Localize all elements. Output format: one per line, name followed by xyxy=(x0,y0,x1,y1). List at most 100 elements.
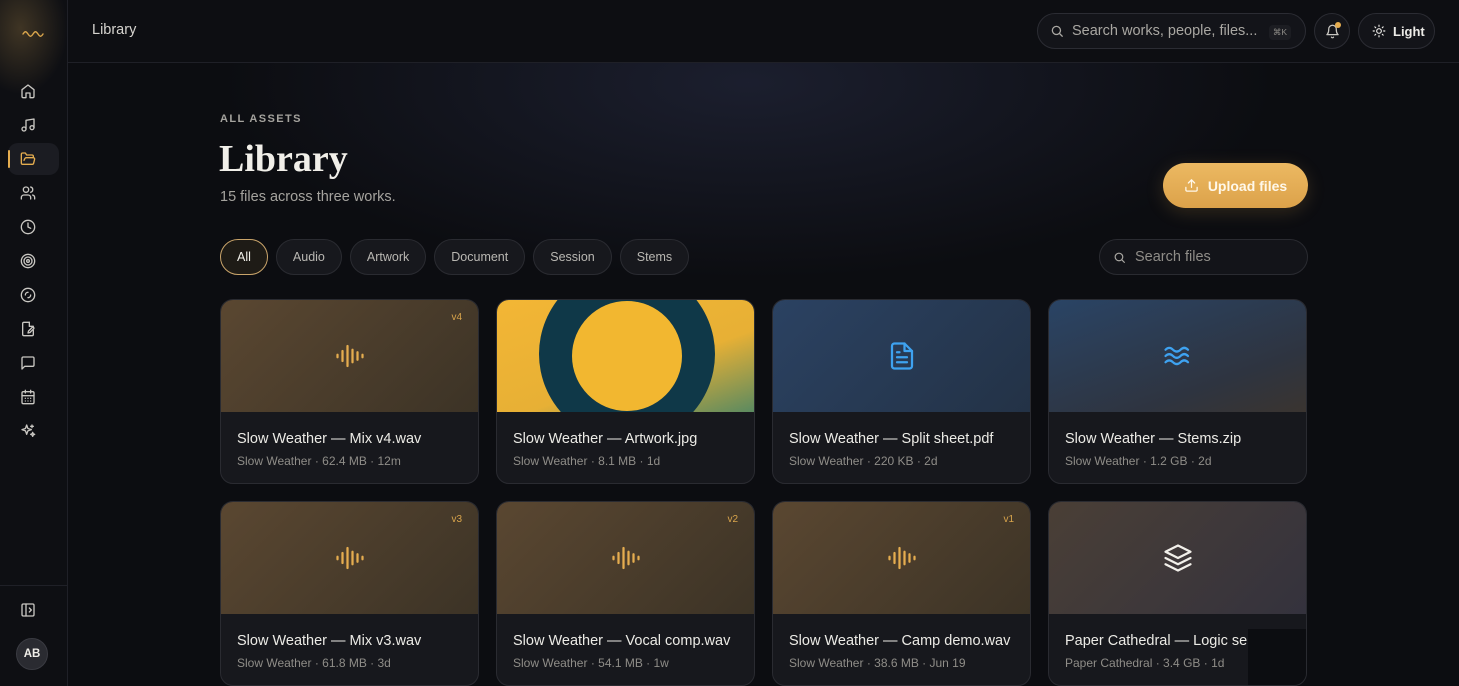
version-badge: v2 xyxy=(727,514,738,525)
home-icon xyxy=(21,84,35,99)
notification-dot xyxy=(1335,22,1341,28)
file-name: Slow Weather — Split sheet.pdf xyxy=(789,431,994,447)
sun-icon xyxy=(1372,24,1386,38)
file-card[interactable]: v2 Slow Weather — Vocal comp.wav Slow We… xyxy=(496,501,755,686)
sidebar-item-home[interactable] xyxy=(8,75,59,107)
clock-icon xyxy=(20,219,36,235)
layers-icon xyxy=(1163,544,1192,572)
file-card[interactable]: Slow Weather — Artwork.jpg Slow Weather … xyxy=(496,299,755,484)
file-card[interactable]: v3 Slow Weather — Mix v3.wav Slow Weathe… xyxy=(220,501,479,686)
file-card[interactable]: Paper Cathedral — Logic se Paper Cathedr… xyxy=(1048,501,1307,686)
page-subtitle: 15 files across three works. xyxy=(220,189,396,205)
artwork-thumbnail xyxy=(497,300,754,412)
file-thumbnail xyxy=(1049,502,1306,614)
file-thumbnail: v4 xyxy=(221,300,478,412)
disc-icon xyxy=(20,287,36,303)
file-meta: Slow Weather · 220 KB · 2d xyxy=(789,454,938,468)
waves-icon xyxy=(1163,346,1189,366)
eyebrow: ALL ASSETS xyxy=(220,113,302,125)
file-meta: Slow Weather · 61.8 MB · 3d xyxy=(237,656,391,670)
audio-waveform-icon xyxy=(611,546,640,570)
file-thumbnail: v1 xyxy=(773,502,1030,614)
users-icon xyxy=(20,186,36,200)
notifications-button[interactable] xyxy=(1314,13,1350,49)
file-thumbnail: v3 xyxy=(221,502,478,614)
file-meta: Slow Weather · 8.1 MB · 1d xyxy=(513,454,661,468)
sidebar-item-recent[interactable] xyxy=(8,211,59,243)
file-thumbnail xyxy=(1049,300,1306,412)
file-name: Slow Weather — Mix v4.wav xyxy=(237,431,422,447)
file-card[interactable]: Slow Weather — Stems.zip Slow Weather · … xyxy=(1048,299,1307,484)
theme-label: Light xyxy=(1393,23,1425,39)
filter-chip-artwork[interactable]: Artwork xyxy=(349,239,427,275)
sidebar-item-ai[interactable] xyxy=(8,415,59,447)
artwork-sun xyxy=(572,301,682,411)
sidebar-item-goals[interactable] xyxy=(8,245,59,277)
audio-waveform-icon xyxy=(335,546,364,570)
sidebar-item-contracts[interactable] xyxy=(8,313,59,345)
file-search-input[interactable] xyxy=(1135,249,1305,265)
global-search[interactable]: ⌘K xyxy=(1037,13,1306,49)
main-content: ALL ASSETS Library 15 files across three… xyxy=(68,63,1459,686)
audio-waveform-icon xyxy=(335,344,364,368)
upload-files-label: Upload files xyxy=(1207,177,1288,194)
breadcrumb: Library xyxy=(92,22,137,38)
document-icon xyxy=(890,342,913,370)
sparkles-icon xyxy=(21,424,36,437)
sidebar-item-music[interactable] xyxy=(8,109,59,141)
upload-files-button[interactable]: Upload files xyxy=(1163,163,1308,208)
global-search-input[interactable] xyxy=(1072,23,1267,39)
search-icon xyxy=(1114,252,1125,263)
target-icon xyxy=(20,253,36,269)
file-meta: Slow Weather · 54.1 MB · 1w xyxy=(513,656,669,670)
version-badge: v3 xyxy=(451,514,462,525)
file-name: Slow Weather — Mix v3.wav xyxy=(237,633,422,649)
card-overflow-mask xyxy=(1248,629,1306,685)
filter-chip-document[interactable]: Document xyxy=(434,239,526,275)
filter-chip-session[interactable]: Session xyxy=(533,239,612,275)
filter-chip-stems[interactable]: Stems xyxy=(619,239,690,275)
page-title: Library xyxy=(219,138,348,180)
edit-file-icon xyxy=(22,321,35,337)
file-name: Slow Weather — Camp demo.wav xyxy=(789,633,1011,649)
file-meta: Paper Cathedral · 3.4 GB · 1d xyxy=(1065,656,1225,670)
shortcut-hint: ⌘K xyxy=(1268,25,1291,40)
message-icon xyxy=(21,356,35,370)
file-name: Paper Cathedral — Logic se xyxy=(1065,633,1248,649)
filter-chip-all[interactable]: All xyxy=(220,239,268,275)
file-meta: Slow Weather · 38.6 MB · Jun 19 xyxy=(789,656,966,670)
file-thumbnail xyxy=(773,300,1030,412)
audio-waveform-icon xyxy=(887,546,916,570)
sidebar-toggle-icon[interactable] xyxy=(20,602,36,618)
top-bar: Library ⌘K Light xyxy=(68,0,1459,63)
version-badge: v4 xyxy=(451,312,462,323)
music-icon xyxy=(21,118,35,132)
file-name: Slow Weather — Vocal comp.wav xyxy=(513,633,731,649)
sidebar-item-calendar[interactable] xyxy=(8,381,59,413)
theme-toggle-button[interactable]: Light xyxy=(1358,13,1435,49)
file-card[interactable]: v1 Slow Weather — Camp demo.wav Slow Wea… xyxy=(772,501,1031,686)
file-search[interactable] xyxy=(1099,239,1308,275)
file-card[interactable]: Slow Weather — Split sheet.pdf Slow Weat… xyxy=(772,299,1031,484)
file-card[interactable]: v4 Slow Weather — Mix v4.wav Slow Weathe… xyxy=(220,299,479,484)
logo-icon[interactable] xyxy=(20,24,48,44)
filter-chips: All Audio Artwork Document Session Stems xyxy=(220,239,690,275)
file-thumbnail: v2 xyxy=(497,502,754,614)
file-meta: Slow Weather · 1.2 GB · 2d xyxy=(1065,454,1212,468)
calendar-icon xyxy=(21,389,35,405)
file-name: Slow Weather — Stems.zip xyxy=(1065,431,1242,447)
sidebar-item-library[interactable] xyxy=(8,143,59,175)
sidebar-item-messages[interactable] xyxy=(8,347,59,379)
upload-icon xyxy=(1185,179,1198,192)
filter-chip-audio[interactable]: Audio xyxy=(275,239,342,275)
sidebar: AB xyxy=(0,0,68,686)
avatar[interactable]: AB xyxy=(16,638,48,670)
sidebar-divider xyxy=(0,585,68,586)
sidebar-item-people[interactable] xyxy=(8,177,59,209)
sidebar-item-releases[interactable] xyxy=(8,279,59,311)
folder-open-icon xyxy=(20,152,36,165)
version-badge: v1 xyxy=(1003,514,1014,525)
file-meta: Slow Weather · 62.4 MB · 12m xyxy=(237,454,401,468)
search-icon xyxy=(1051,25,1063,37)
file-name: Slow Weather — Artwork.jpg xyxy=(513,431,698,447)
